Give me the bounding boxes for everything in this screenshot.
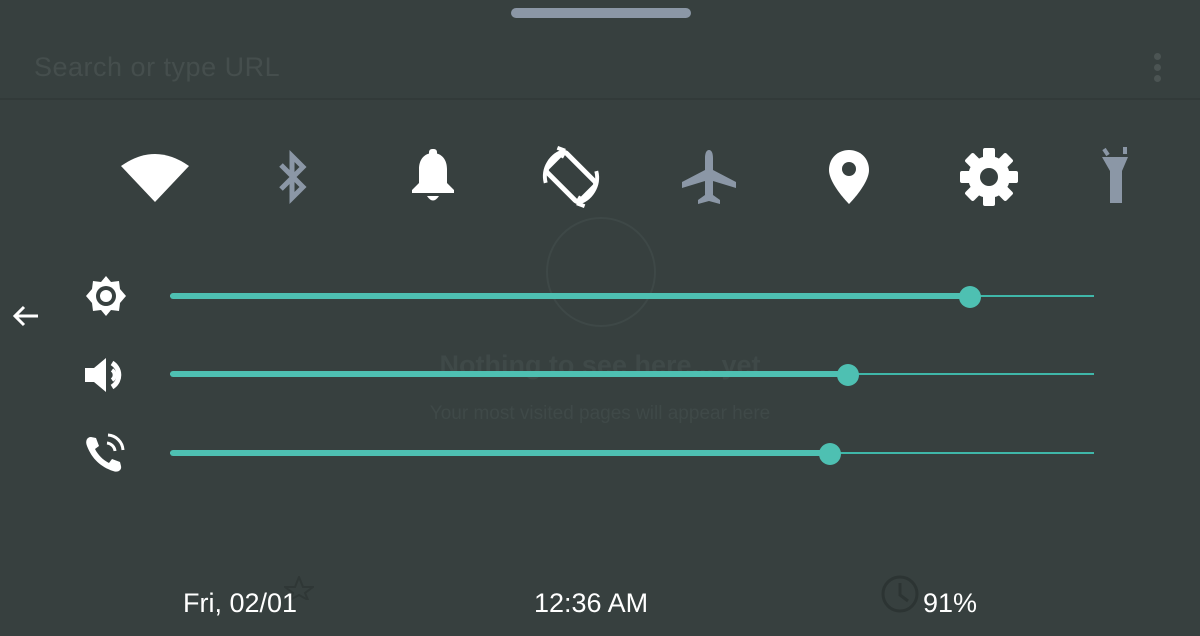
slider-fill: [170, 371, 849, 377]
flashlight-tile[interactable]: [1094, 142, 1134, 212]
location-tile[interactable]: [814, 142, 884, 212]
back-arrow-icon: [12, 305, 38, 327]
back-button[interactable]: [10, 300, 42, 332]
status-date[interactable]: Fri, 02/01: [183, 588, 297, 619]
bluetooth-tile[interactable]: [258, 142, 328, 212]
settings-icon: [960, 148, 1018, 206]
auto-rotate-tile[interactable]: [536, 142, 606, 212]
media-volume-slider[interactable]: [170, 364, 1094, 386]
slider-thumb[interactable]: [818, 443, 841, 465]
wifi-tile[interactable]: [120, 142, 190, 212]
url-placeholder: Search or type URL: [34, 52, 281, 82]
panel-drag-handle[interactable]: [511, 8, 691, 18]
overflow-menu-icon: [1151, 53, 1163, 87]
auto-rotate-icon: [543, 146, 599, 208]
ring-volume-icon: [86, 433, 125, 472]
notifications-tile[interactable]: [398, 142, 468, 212]
empty-state-subtitle: Your most visited pages will appear here: [429, 403, 771, 424]
brightness-slider[interactable]: [170, 286, 1094, 308]
flashlight-icon: [1102, 147, 1128, 203]
ring-volume-icon-wrap: [80, 432, 132, 476]
slider-thumb[interactable]: [959, 286, 982, 308]
status-time[interactable]: 12:36 AM: [534, 588, 648, 619]
history-clock-icon: [881, 575, 919, 613]
status-battery[interactable]: 91%: [923, 588, 977, 619]
brightness-icon: [86, 276, 126, 316]
brightness-icon-wrap: [80, 274, 132, 318]
media-volume-icon-wrap: [80, 353, 132, 397]
airplane-icon: [682, 150, 736, 204]
ring-volume-slider[interactable]: [170, 443, 1094, 465]
location-icon: [829, 150, 869, 204]
media-volume-icon: [85, 358, 122, 392]
wifi-icon: [121, 154, 189, 202]
settings-tile[interactable]: [954, 142, 1024, 212]
empty-state-circle: [546, 217, 656, 327]
slider-thumb[interactable]: [837, 364, 860, 386]
slider-fill: [170, 293, 971, 299]
airplane-mode-tile[interactable]: [674, 142, 744, 212]
bluetooth-icon: [279, 149, 307, 205]
slider-fill: [170, 450, 830, 456]
bell-icon: [412, 149, 454, 201]
url-bar: Search or type URL: [0, 22, 1200, 100]
